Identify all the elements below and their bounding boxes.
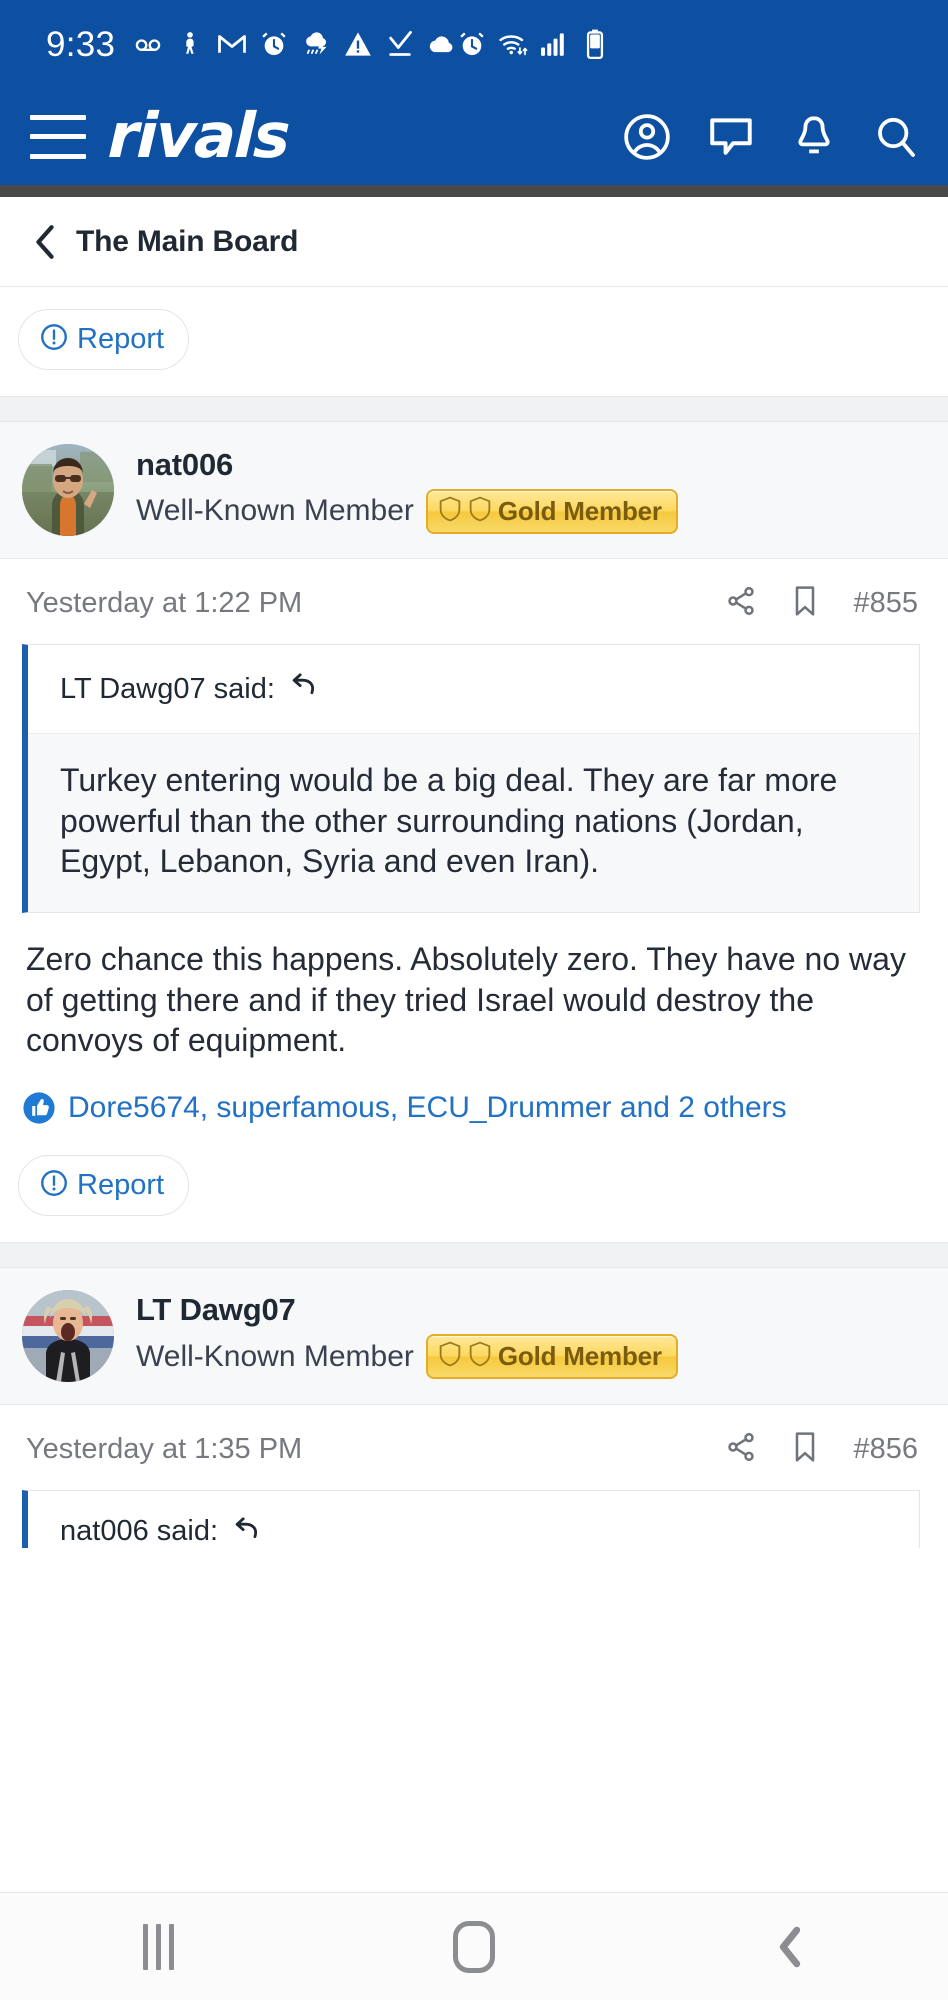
status-clock: 9:33: [46, 24, 116, 64]
bookmark-icon[interactable]: [791, 1431, 819, 1468]
gmail-icon: [217, 29, 247, 59]
wifi-icon: [498, 29, 528, 59]
author-username[interactable]: LT Dawg07: [136, 1292, 678, 1328]
jump-to-quote-icon[interactable]: [232, 1515, 260, 1548]
avatar[interactable]: [22, 444, 114, 536]
status-bar-left: 9:33: [46, 27, 457, 62]
post-timestamp[interactable]: Yesterday at 1:22 PM: [26, 587, 302, 620]
report-exclamation-icon: [39, 322, 69, 357]
status-badge-label: Gold Member: [497, 1341, 662, 1372]
blockquote-attribution: LT Dawg07 said:: [28, 645, 919, 734]
report-button[interactable]: Report: [18, 309, 190, 370]
post-meta-row: Yesterday at 1:35 PM #856: [0, 1404, 948, 1490]
blockquote-truncated: nat006 said:: [22, 1489, 920, 1548]
report-button-label: Report: [77, 1168, 165, 1201]
post-report-row: Report: [0, 1132, 948, 1242]
download-check-icon: [385, 29, 415, 59]
post-author-meta: LT Dawg07 Well-Known Member Gold Member: [136, 1292, 678, 1380]
header-divider: [0, 185, 948, 197]
alarm-icon: [457, 29, 487, 59]
author-title: Well-Known Member: [136, 1339, 414, 1373]
alerts-icon[interactable]: [790, 113, 838, 161]
author-username[interactable]: nat006: [136, 447, 678, 483]
jump-to-quote-icon[interactable]: [289, 671, 317, 707]
post-author-meta: nat006 Well-Known Member Gold Member: [136, 447, 678, 534]
shield-icon: [438, 1341, 462, 1372]
fitness-icon: [175, 29, 205, 59]
post-reactions[interactable]: Dore5674, superfamous, ECU_Drummer and 2…: [0, 1066, 948, 1133]
app-header-actions: [622, 112, 920, 162]
back-icon[interactable]: [730, 1893, 850, 2000]
report-exclamation-icon: [39, 1168, 69, 1203]
status-bar: 9:33: [0, 0, 948, 88]
post-author-header: nat006 Well-Known Member Gold Member: [0, 422, 948, 559]
status-badge-label: Gold Member: [497, 495, 662, 526]
thumbs-up-icon: [22, 1091, 56, 1125]
shield-icon: [468, 496, 492, 527]
system-nav-bar: [0, 1892, 948, 2000]
content-spacer: [0, 1547, 948, 1892]
page-title: The Main Board: [76, 224, 299, 258]
post-separator: [0, 396, 948, 422]
conversations-icon[interactable]: [706, 112, 756, 162]
cellular-signal-icon: [539, 29, 569, 59]
post-number[interactable]: #856: [853, 1433, 918, 1466]
alarm-icon: [259, 29, 289, 59]
blockquote: LT Dawg07 said: Turkey entering would be…: [22, 644, 920, 913]
voicemail-icon: [133, 29, 163, 59]
bookmark-icon[interactable]: [791, 585, 819, 622]
author-title: Well-Known Member: [136, 494, 414, 527]
blockquote-text: Turkey entering would be a big deal. The…: [28, 734, 919, 912]
search-icon[interactable]: [872, 113, 920, 161]
post-author-header: LT Dawg07 Well-Known Member Gold Member: [0, 1267, 948, 1405]
share-icon[interactable]: [725, 585, 757, 622]
blockquote-author: LT Dawg07 said:: [60, 672, 275, 705]
blockquote-author: nat006 said:: [60, 1514, 219, 1547]
share-icon[interactable]: [725, 1431, 757, 1468]
breadcrumb[interactable]: The Main Board: [0, 197, 948, 287]
battery-icon: [580, 29, 610, 59]
author-title-row: Well-Known Member Gold Member: [136, 1334, 678, 1380]
shield-icon: [468, 1341, 492, 1372]
back-chevron-icon[interactable]: [32, 224, 58, 260]
post-855: nat006 Well-Known Member Gold Member Yes…: [0, 422, 948, 1242]
post-timestamp[interactable]: Yesterday at 1:35 PM: [26, 1433, 302, 1466]
post-856: LT Dawg07 Well-Known Member Gold Member: [0, 1267, 948, 1548]
warning-icon: [343, 29, 373, 59]
status-badge: Gold Member: [425, 1334, 678, 1380]
phone-screen: 9:33 rivals The Main Board Report nat006…: [0, 0, 948, 2000]
reactions-text[interactable]: Dore5674, superfamous, ECU_Drummer and 2…: [68, 1091, 787, 1125]
account-icon[interactable]: [622, 112, 672, 162]
top-report-row: Report: [0, 287, 948, 396]
author-title-row: Well-Known Member Gold Member: [136, 488, 678, 534]
weather-alert-icon: [301, 29, 331, 59]
status-badge: Gold Member: [425, 488, 678, 534]
site-logo[interactable]: rivals: [107, 99, 290, 172]
shield-icon: [438, 496, 462, 527]
post-meta-actions: #855: [725, 585, 918, 622]
post-meta-actions: #856: [725, 1431, 918, 1468]
report-button-label: Report: [77, 323, 165, 355]
report-button[interactable]: Report: [18, 1154, 190, 1216]
app-header: rivals: [0, 88, 948, 185]
post-meta-row: Yesterday at 1:22 PM #855: [0, 559, 948, 644]
menu-icon[interactable]: [30, 114, 86, 159]
home-icon[interactable]: [414, 1893, 534, 2000]
avatar[interactable]: [22, 1289, 114, 1382]
post-number[interactable]: #855: [853, 587, 918, 620]
cloud-icon: [427, 29, 457, 59]
recents-icon[interactable]: [98, 1893, 218, 2000]
post-body: Zero chance this happens. Absolutely zer…: [0, 912, 948, 1067]
status-bar-right: [457, 29, 948, 59]
post-separator: [0, 1241, 948, 1268]
